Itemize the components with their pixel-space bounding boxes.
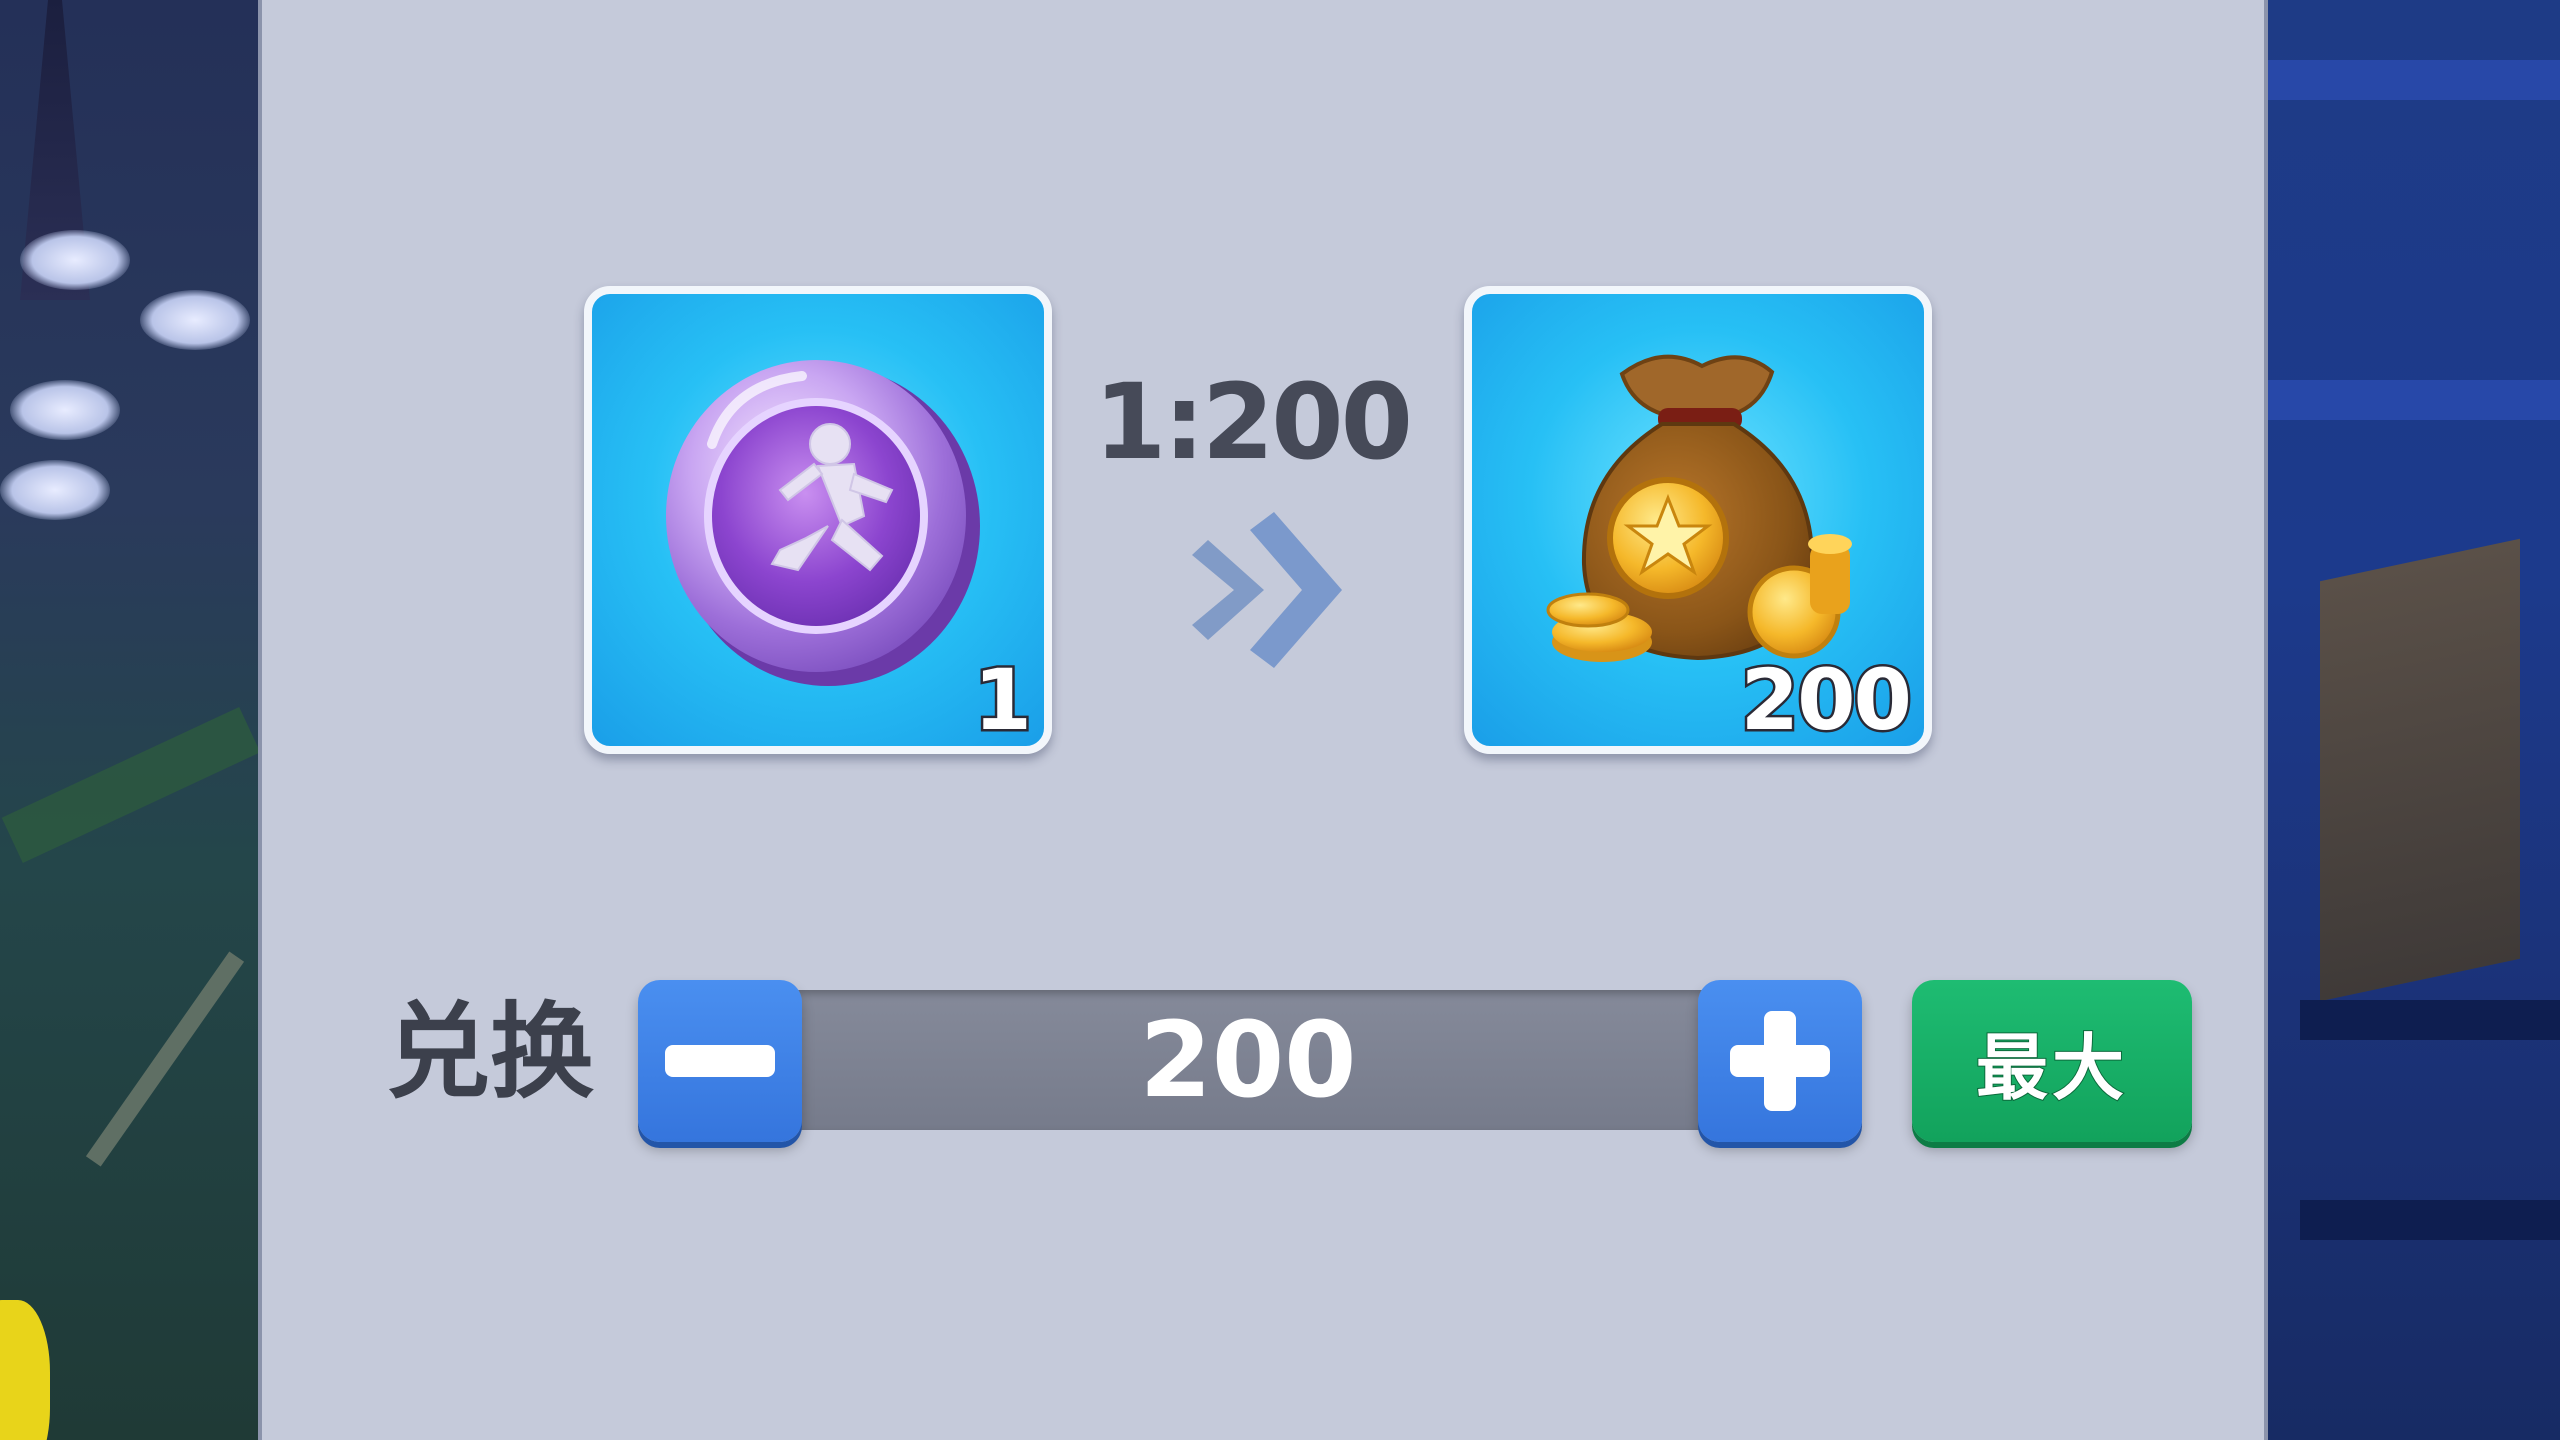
from-item-quantity: 1 [971,651,1035,749]
to-item-quantity: 200 [1738,651,1914,749]
background-lamp [0,460,110,520]
plus-icon [1730,1011,1830,1111]
background-lamp [20,230,130,290]
double-chevron-right-icon [1192,512,1342,668]
background-scene-left [0,0,262,1440]
increase-button[interactable] [1698,980,1862,1142]
background-track [85,951,245,1167]
background-step [2300,1200,2560,1240]
from-item-card[interactable]: 1 [584,286,1052,754]
background-rail [1,706,261,864]
background-character-edge [0,1300,50,1440]
max-button[interactable]: 最大 [1912,980,2192,1142]
minus-icon [665,1045,775,1077]
max-button-label: 最大 [1975,1025,2128,1111]
decrease-button[interactable] [638,980,802,1142]
background-crate [2320,538,2520,1002]
game-screen: 1 1:200 200 兑换 200 最大 [0,0,2560,1440]
background-lamp [10,380,120,440]
exchange-label: 兑换 [386,991,595,1113]
exchange-ratio: 1:200 [1093,361,1413,483]
amount-value: 200 [1139,999,1357,1121]
to-item-card[interactable]: 200 [1464,286,1932,754]
background-lamp [140,290,250,350]
exchange-dialog: 1 1:200 200 兑换 200 最大 [258,0,2268,1440]
background-step [2300,1000,2560,1040]
background-beam [2260,60,2560,100]
background-scene-right [2260,0,2560,1440]
background-beam [2260,380,2560,420]
